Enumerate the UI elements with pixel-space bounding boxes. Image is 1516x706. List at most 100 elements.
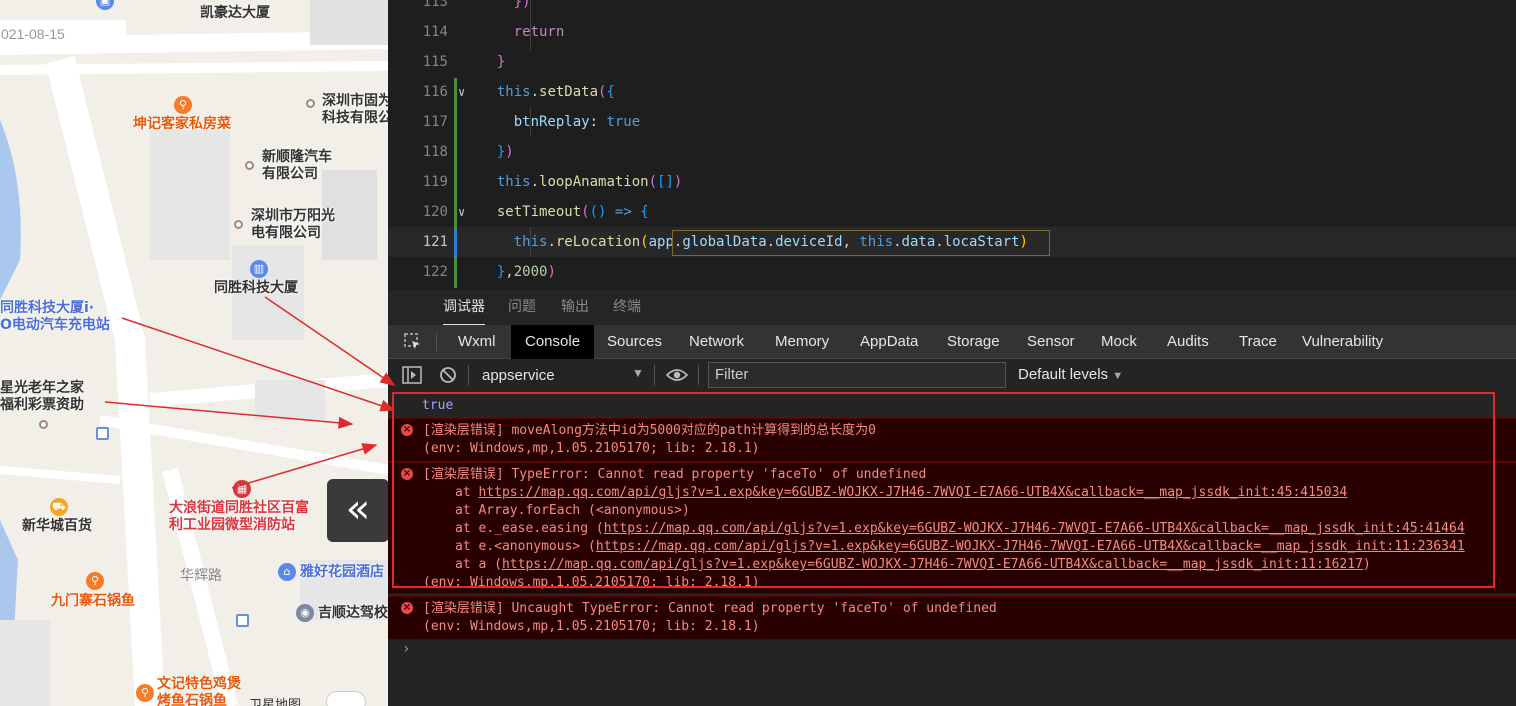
code-line[interactable]: 117 btnReplay: true	[388, 107, 1516, 137]
stack-link[interactable]: https://map.qq.com/api/gljs?v=1.exp&key=…	[478, 485, 1347, 500]
line-number: 119	[422, 174, 448, 190]
poi-label[interactable]: 深圳市万阳光 电有限公司	[251, 208, 335, 242]
poi-label[interactable]: 坤记客家私房菜	[133, 116, 231, 133]
error-text: [渲染层错误] Uncaught TypeError: Cannot read …	[423, 601, 997, 616]
eye-icon[interactable]	[666, 367, 688, 383]
error-icon: ×	[401, 468, 413, 480]
stack-prefix: at a (	[455, 557, 502, 572]
poi-dot-icon	[245, 161, 254, 170]
selection-highlight	[672, 230, 1050, 256]
poi-label[interactable]: 吉顺达驾校	[318, 605, 388, 622]
stack-link[interactable]: https://map.qq.com/api/gljs?v=1.exp&key=…	[596, 539, 1465, 554]
tab-audits[interactable]: Audits	[1167, 325, 1209, 359]
fold-chevron-icon[interactable]: ∨	[458, 77, 465, 107]
satellite-toggle[interactable]	[326, 691, 366, 706]
tab-console[interactable]: Console	[511, 325, 595, 359]
bus-stop-icon	[236, 614, 249, 627]
clear-console-icon[interactable]	[439, 366, 457, 384]
code-text: this.setData({	[496, 84, 615, 100]
console-toolbar: appservice ▼ Filter Default levels ▼	[388, 359, 1516, 391]
restaurant-icon: ⚲	[136, 684, 154, 702]
tab-wxml[interactable]: Wxml	[458, 325, 496, 359]
stack-frame: at https://map.qq.com/api/gljs?v=1.exp&k…	[455, 484, 1347, 502]
tab-trace[interactable]: Trace	[1239, 325, 1277, 359]
dropdown-caret-icon[interactable]: ▼	[632, 366, 644, 380]
inspect-element-icon[interactable]	[404, 333, 422, 351]
poi-label[interactable]: 新华城百货	[22, 518, 92, 535]
poi-dot-icon	[234, 220, 243, 229]
line-number: 121	[422, 234, 448, 250]
panel-tab-bar: 调试器 问题 输出 终端	[388, 290, 1516, 326]
poi-label[interactable]: 深圳市固为 科技有限公	[322, 93, 388, 127]
stack-prefix: at	[455, 485, 479, 500]
code-line[interactable]: 118 })	[388, 137, 1516, 167]
driving-school-icon: ◉	[296, 604, 314, 622]
indent-guide	[530, 0, 531, 50]
collapse-button[interactable]: «	[327, 479, 388, 542]
stack-link[interactable]: https://map.qq.com/api/gljs?v=1.exp&key=…	[502, 557, 1363, 572]
map-view[interactable]: 021-08-15 ▣ 凯豪达大厦 深圳市固为 科技有限公 ⚲ 坤记客家私房菜 …	[0, 0, 388, 706]
tab-terminal[interactable]: 终端	[613, 290, 641, 326]
filter-input[interactable]: Filter	[708, 362, 1006, 388]
divider	[654, 365, 655, 385]
code-line[interactable]: 122 },2000)	[388, 257, 1516, 287]
tab-memory[interactable]: Memory	[775, 325, 829, 359]
restaurant-icon: ⚲	[86, 572, 104, 590]
stack-frame: at e.<anonymous> (https://map.qq.com/api…	[455, 538, 1465, 556]
code-line[interactable]: 116 ∨ this.setData({	[388, 77, 1516, 107]
stack-frame: at a (https://map.qq.com/api/gljs?v=1.ex…	[455, 556, 1371, 574]
line-number: 113	[422, 0, 448, 10]
stack-suffix: )	[1362, 557, 1371, 572]
tab-output[interactable]: 输出	[561, 290, 589, 326]
tab-debugger[interactable]: 调试器	[443, 290, 485, 326]
poi-label[interactable]: 凯豪达大厦	[200, 5, 270, 22]
devtools-tab-bar: Wxml Console Sources Network Memory AppD…	[388, 325, 1516, 359]
poi-label[interactable]: 文记特色鸡煲 烤鱼石锅鱼	[157, 676, 241, 706]
code-line[interactable]: 113 })	[388, 0, 1516, 17]
context-select[interactable]: appservice	[482, 367, 555, 384]
console-prompt[interactable]: ›	[402, 641, 410, 657]
date-field[interactable]: 021-08-15	[0, 20, 126, 48]
indent-guide	[530, 107, 531, 137]
line-number: 117	[422, 114, 448, 130]
tab-appdata[interactable]: AppData	[860, 325, 918, 359]
poi-label[interactable]: 九门寨石锅鱼	[51, 593, 135, 610]
tab-mock[interactable]: Mock	[1101, 325, 1137, 359]
bus-stop-icon	[96, 427, 109, 440]
restaurant-icon: ⚲	[174, 96, 192, 114]
tab-sources[interactable]: Sources	[607, 325, 662, 359]
road-label: 华辉路	[180, 568, 222, 584]
code-text: }	[480, 54, 506, 70]
poi-label[interactable]: 大浪街道同胜社区百富 利工业园微型消防站	[169, 500, 309, 534]
tab-sensor[interactable]: Sensor	[1027, 325, 1075, 359]
tab-vulnerability[interactable]: Vulnerability	[1302, 325, 1383, 359]
code-line[interactable]: 119 this.loopAnamation([])	[388, 167, 1516, 197]
code-line[interactable]: 114 return	[388, 17, 1516, 47]
console-output[interactable]: true × [渲染层错误] moveAlong方法中id为5000对应的pat…	[388, 391, 1516, 706]
tab-problems[interactable]: 问题	[508, 290, 536, 326]
log-levels-dropdown[interactable]: Default levels ▼	[1018, 366, 1123, 383]
console-error-message[interactable]: × [渲染层错误] moveAlong方法中id为5000对应的path计算得到…	[388, 418, 1516, 462]
sidebar-toggle-icon[interactable]	[402, 366, 422, 384]
console-error-message[interactable]: × [渲染层错误] Uncaught TypeError: Cannot rea…	[388, 596, 1516, 640]
tab-network[interactable]: Network	[689, 325, 744, 359]
console-error-message[interactable]: × [渲染层错误] TypeError: Cannot read propert…	[388, 462, 1516, 594]
tab-storage[interactable]: Storage	[947, 325, 1000, 359]
error-icon: ×	[401, 602, 413, 614]
poi-label[interactable]: 同胜科技大厦	[214, 280, 298, 297]
log-value: true	[422, 398, 454, 413]
line-number: 114	[422, 24, 448, 40]
poi-label[interactable]: 新顺隆汽车 有限公司	[262, 149, 332, 183]
stack-link[interactable]: https://map.qq.com/api/gljs?v=1.exp&key=…	[604, 521, 1465, 536]
poi-label[interactable]: 同胜科技大厦i· O电动汽车充电站	[0, 300, 110, 334]
line-number: 115	[422, 54, 448, 70]
log-levels-label: Default levels	[1018, 366, 1109, 383]
fold-chevron-icon[interactable]: ∨	[458, 197, 465, 227]
code-line[interactable]: 115 }	[388, 47, 1516, 77]
code-line[interactable]: 120 ∨ setTimeout(() => {	[388, 197, 1516, 227]
poi-label[interactable]: 星光老年之家 福利彩票资助	[0, 380, 84, 414]
poi-label[interactable]: 雅好花园酒店	[300, 564, 384, 581]
error-env: (env: Windows,mp,1.05.2105170; lib: 2.18…	[423, 441, 760, 456]
poi-dot-icon	[39, 420, 48, 429]
building-icon: ▥	[250, 260, 268, 278]
